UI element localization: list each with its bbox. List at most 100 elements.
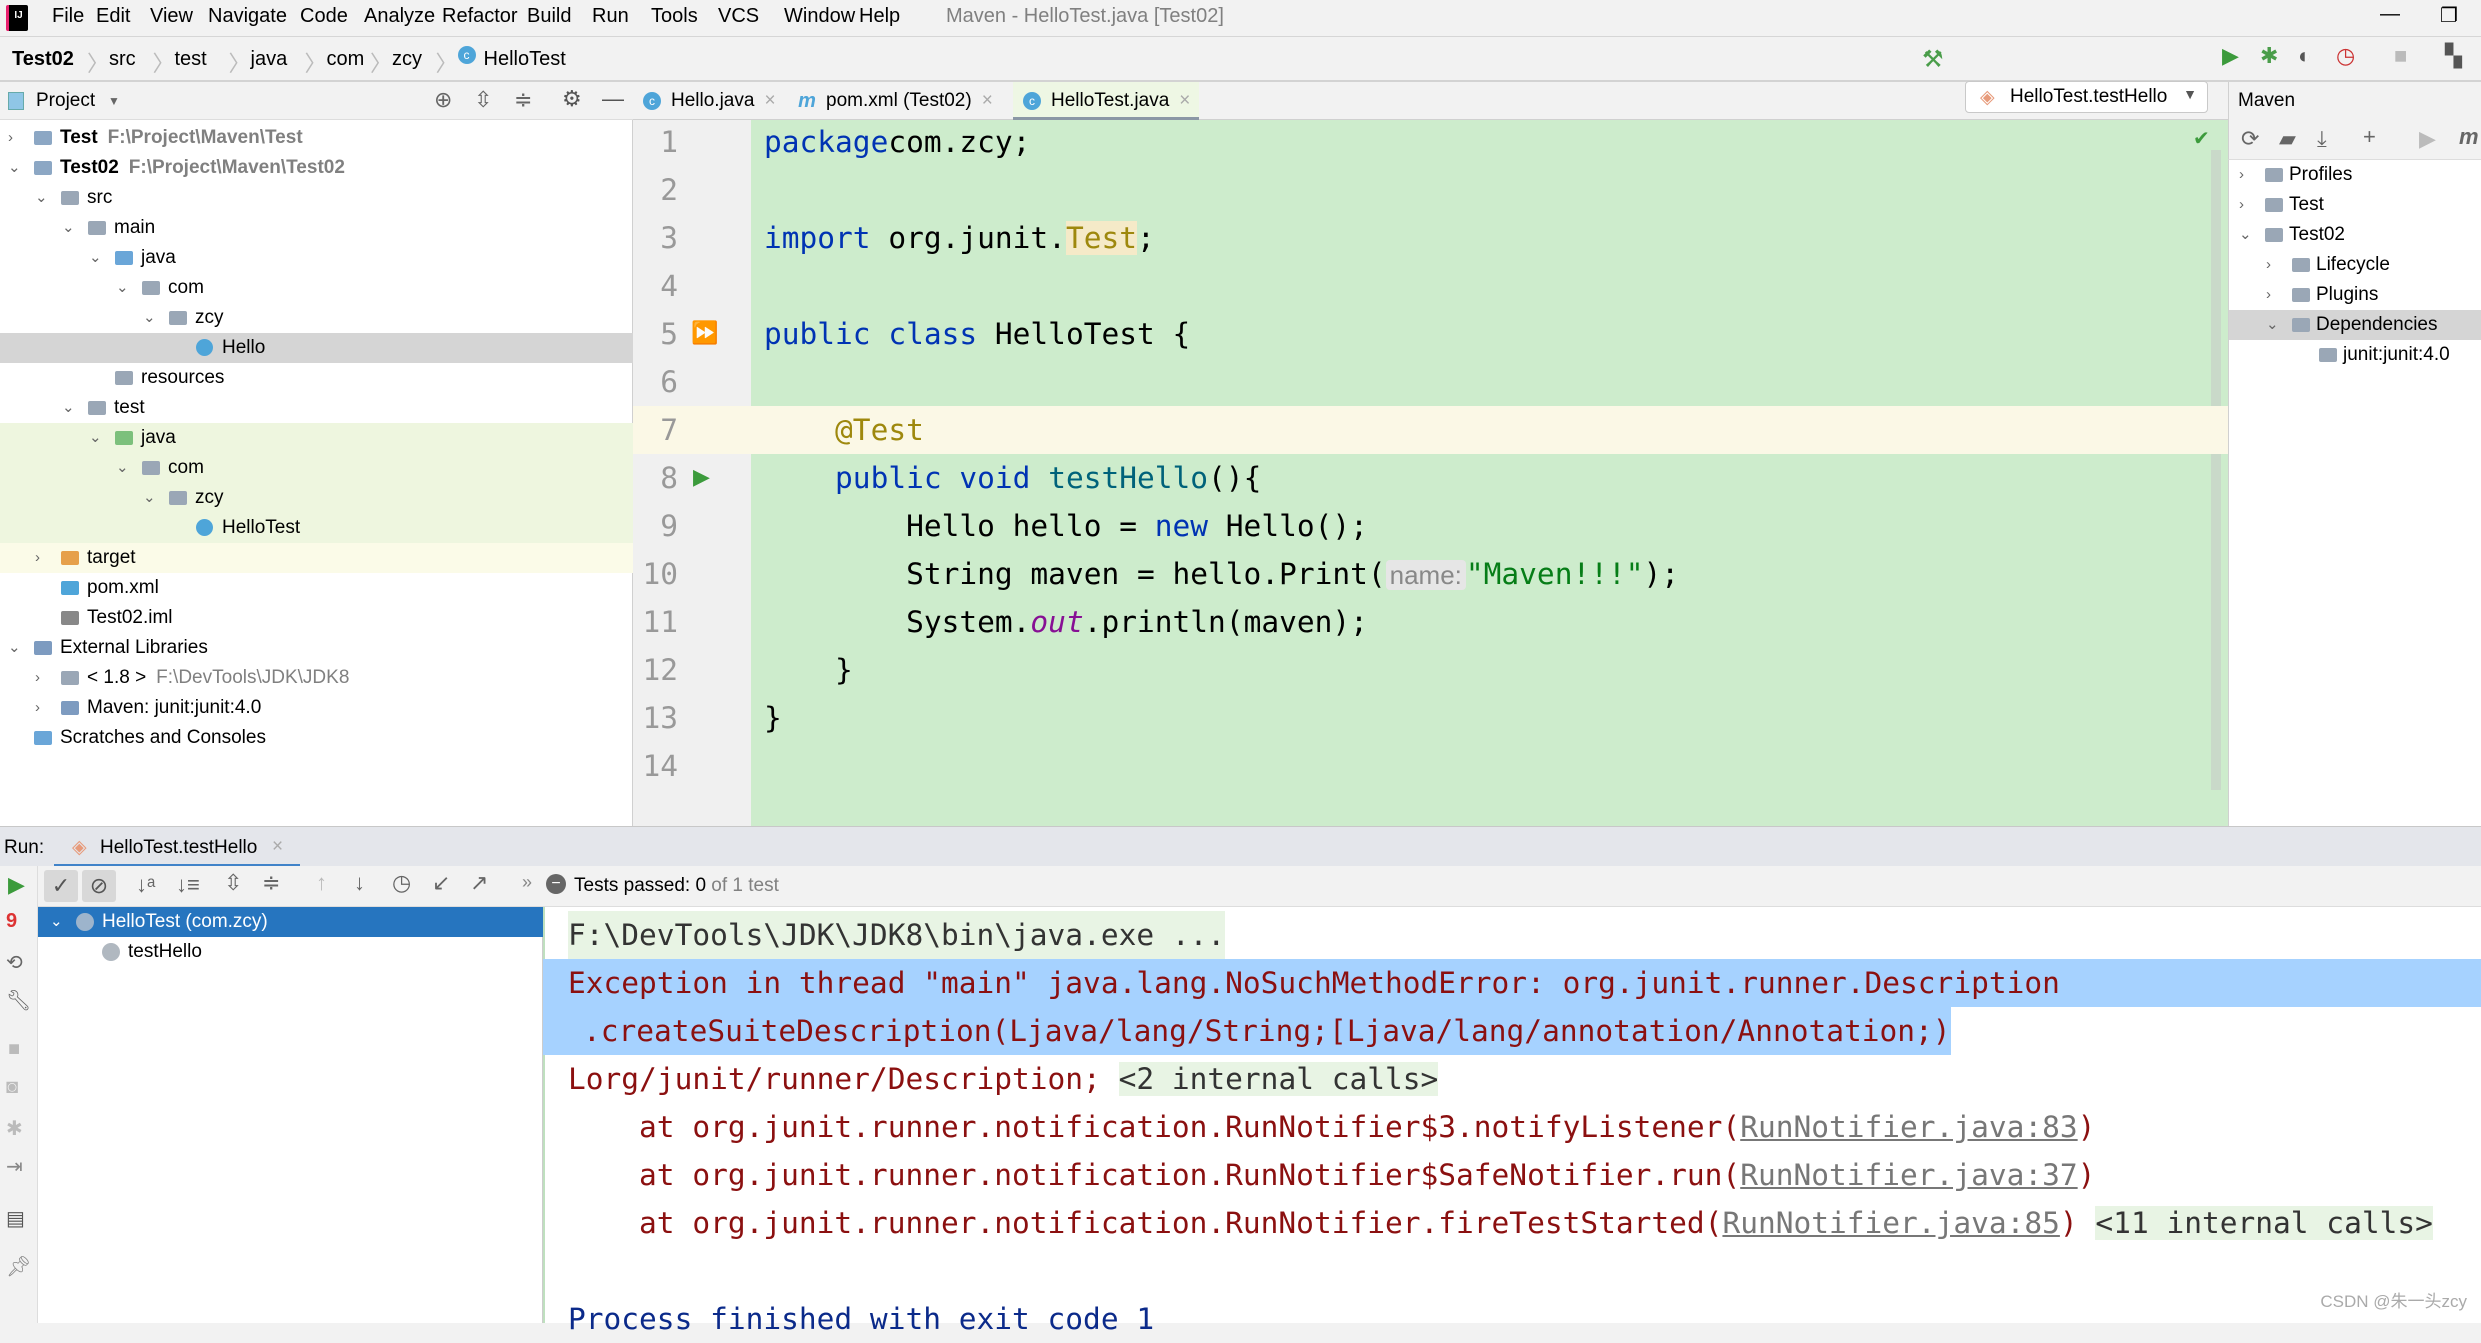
source-link[interactable]: RunNotifier.java:83 — [1740, 1110, 2077, 1144]
export-tests-icon[interactable]: ↗ — [470, 870, 488, 896]
pin-icon[interactable]: 📌︎ — [6, 1254, 31, 1279]
menu-tools[interactable]: Tools — [651, 5, 698, 28]
import-tests-icon[interactable]: ↙ — [432, 870, 450, 896]
maven-tree-item[interactable]: ⌄ Test02 — [2229, 220, 2481, 250]
breadcrumb-item[interactable]: Test02 — [12, 48, 74, 71]
test-tree-item[interactable]: ⌄ HelloTest (com.zcy) — [38, 907, 543, 937]
chevron-down-icon[interactable]: ⌄ — [8, 153, 21, 183]
toggle-auto-test-icon[interactable]: ⟲ — [6, 950, 23, 975]
project-tree-item[interactable]: Scratches and Consoles — [0, 723, 633, 753]
menu-edit[interactable]: Edit — [96, 5, 130, 28]
test-history-icon[interactable]: ◷ — [392, 870, 411, 896]
show-ignored-icon[interactable]: ⊘ — [82, 870, 116, 902]
reload-folder-icon[interactable]: ▰ — [2279, 126, 2296, 152]
maven-tree-item[interactable]: › Test — [2229, 190, 2481, 220]
project-tree-item[interactable]: ⌄ zcy — [0, 483, 633, 513]
collapse-all-icon[interactable]: ≑ — [514, 87, 532, 113]
menu-navigate[interactable]: Navigate — [208, 5, 287, 28]
run-maven-icon[interactable]: ▶ — [2419, 126, 2436, 152]
chevron-down-icon[interactable]: ⌄ — [89, 423, 102, 453]
menu-view[interactable]: View — [150, 5, 193, 28]
internal-calls-fold[interactable]: <11 internal calls> — [2095, 1206, 2433, 1240]
restore-button[interactable]: ❐ — [2440, 3, 2458, 28]
source-link[interactable]: RunNotifier.java:85 — [1722, 1206, 2059, 1240]
expand-all-icon[interactable]: ⇳ — [474, 87, 492, 113]
gear-icon[interactable]: ⚙ — [562, 86, 582, 112]
layout-icon[interactable]: ▤ — [6, 1206, 25, 1231]
collapse-all-icon[interactable]: ≑ — [262, 870, 280, 896]
project-tree-item[interactable]: resources — [0, 363, 633, 393]
chevron-right-icon[interactable]: › — [2266, 280, 2271, 310]
run-class-icon[interactable]: ⏩ — [691, 310, 718, 358]
chevron-right-icon[interactable]: › — [35, 693, 40, 723]
breadcrumb-item[interactable]: test — [175, 48, 207, 71]
test-tree-item[interactable]: testHello — [38, 937, 543, 967]
close-icon[interactable]: × — [764, 90, 775, 111]
menu-build[interactable]: Build — [527, 5, 571, 28]
locate-crosshair-icon[interactable]: ⊕ — [434, 87, 452, 113]
chevron-down-icon[interactable]: ⌄ — [50, 907, 63, 937]
tab-hello-java[interactable]: c Hello.java × — [633, 82, 788, 120]
maven-tree-item[interactable]: junit:junit:4.0 — [2229, 340, 2481, 370]
maven-tree-item[interactable]: ⌄ Dependencies — [2229, 310, 2481, 340]
project-tree-item[interactable]: › < 1.8 > F:\DevTools\JDK\JDK8 — [0, 663, 633, 693]
chevron-down-icon[interactable]: ⌄ — [62, 393, 75, 423]
breadcrumb-item[interactable]: src — [109, 48, 136, 71]
console-output[interactable]: F:\DevTools\JDK\JDK8\bin\java.exe ... Exc… — [543, 907, 2481, 1336]
project-view-select[interactable]: Project — [36, 90, 95, 112]
menu-window[interactable]: Window — [784, 5, 855, 28]
sort-by-duration-icon[interactable]: ↓≡ — [176, 872, 200, 898]
build-hammer-icon[interactable]: ⚒ — [1922, 45, 1944, 74]
wrench-icon[interactable]: 🔧︎ — [6, 988, 31, 1013]
expand-all-icon[interactable]: ⇳ — [224, 870, 242, 896]
project-tree-item[interactable]: ⌄ External Libraries — [0, 633, 633, 663]
exit-icon[interactable]: ⇥ — [6, 1154, 23, 1179]
close-icon[interactable]: × — [1179, 90, 1190, 111]
breadcrumb-item[interactable]: zcy — [392, 48, 422, 71]
debug-icon[interactable]: ✱ — [6, 1116, 23, 1141]
project-tree-item[interactable]: ⌄ com — [0, 453, 633, 483]
chevron-right-icon[interactable]: › — [2266, 250, 2271, 280]
project-tree-item[interactable]: ⌄ main — [0, 213, 633, 243]
menu-analyze[interactable]: Analyze — [364, 5, 435, 28]
show-passed-check-icon[interactable]: ✓ — [44, 870, 78, 902]
project-tree-item[interactable]: HelloTest — [0, 513, 633, 543]
chevron-down-icon[interactable]: ▼ — [108, 94, 120, 108]
breadcrumb-item[interactable]: com — [327, 48, 365, 71]
code-editor[interactable]: ✔ 1 packagecom.zcy; 2 3 import org.junit.Tes… — [633, 120, 2228, 826]
next-failed-icon[interactable]: ↓ — [354, 870, 365, 896]
source-link[interactable]: RunNotifier.java:37 — [1740, 1158, 2077, 1192]
project-tree-item[interactable]: › target — [0, 543, 633, 573]
chevron-down-icon[interactable]: ⌄ — [2266, 310, 2279, 340]
chevron-down-icon[interactable]: ⌄ — [143, 303, 156, 333]
menu-vcs[interactable]: VCS — [718, 5, 759, 28]
project-tree-item[interactable]: ⌄ test — [0, 393, 633, 423]
chevron-down-icon[interactable]: ⌄ — [116, 273, 129, 303]
maven-m-icon[interactable]: m — [2459, 124, 2479, 150]
stop-icon[interactable]: ■ — [8, 1038, 20, 1061]
add-icon[interactable]: + — [2363, 124, 2376, 150]
tab-hellotest-java[interactable]: c HelloTest.java × — [1013, 82, 1199, 120]
maven-tree-item[interactable]: › Profiles — [2229, 160, 2481, 190]
chevron-down-icon[interactable]: ⌄ — [143, 483, 156, 513]
project-tree-item[interactable]: ⌄ java — [0, 243, 633, 273]
previous-failed-icon[interactable]: ↑ — [316, 870, 327, 896]
project-tree-item[interactable]: Test02.iml — [0, 603, 633, 633]
chevron-down-icon[interactable]: ⌄ — [2239, 220, 2252, 250]
project-structure-icon[interactable]: ▚ — [2445, 43, 2462, 69]
rerun-icon[interactable]: ▶ — [8, 872, 25, 898]
project-tree-item[interactable]: ⌄ java — [0, 423, 633, 453]
menu-help[interactable]: Help — [859, 5, 900, 28]
chevron-down-icon[interactable]: ⌄ — [89, 243, 102, 273]
project-tree-item[interactable]: ⌄ Test02 F:\Project\Maven\Test02 — [0, 153, 633, 183]
run-test-icon[interactable]: ▶ — [693, 454, 710, 502]
more-chevron-icon[interactable]: » — [522, 872, 532, 893]
coverage-icon[interactable]: ◐ — [2298, 43, 2311, 69]
hide-panel-icon[interactable]: — — [602, 86, 624, 112]
tab-pom-xml-test02-[interactable]: m pom.xml (Test02) × — [788, 82, 1013, 120]
menu-file[interactable]: File — [52, 5, 84, 28]
menu-run[interactable]: Run — [592, 5, 629, 28]
chevron-right-icon[interactable]: › — [2239, 190, 2244, 220]
project-tree-item[interactable]: › Maven: junit:junit:4.0 — [0, 693, 633, 723]
project-tree-item[interactable]: Hello — [0, 333, 633, 363]
